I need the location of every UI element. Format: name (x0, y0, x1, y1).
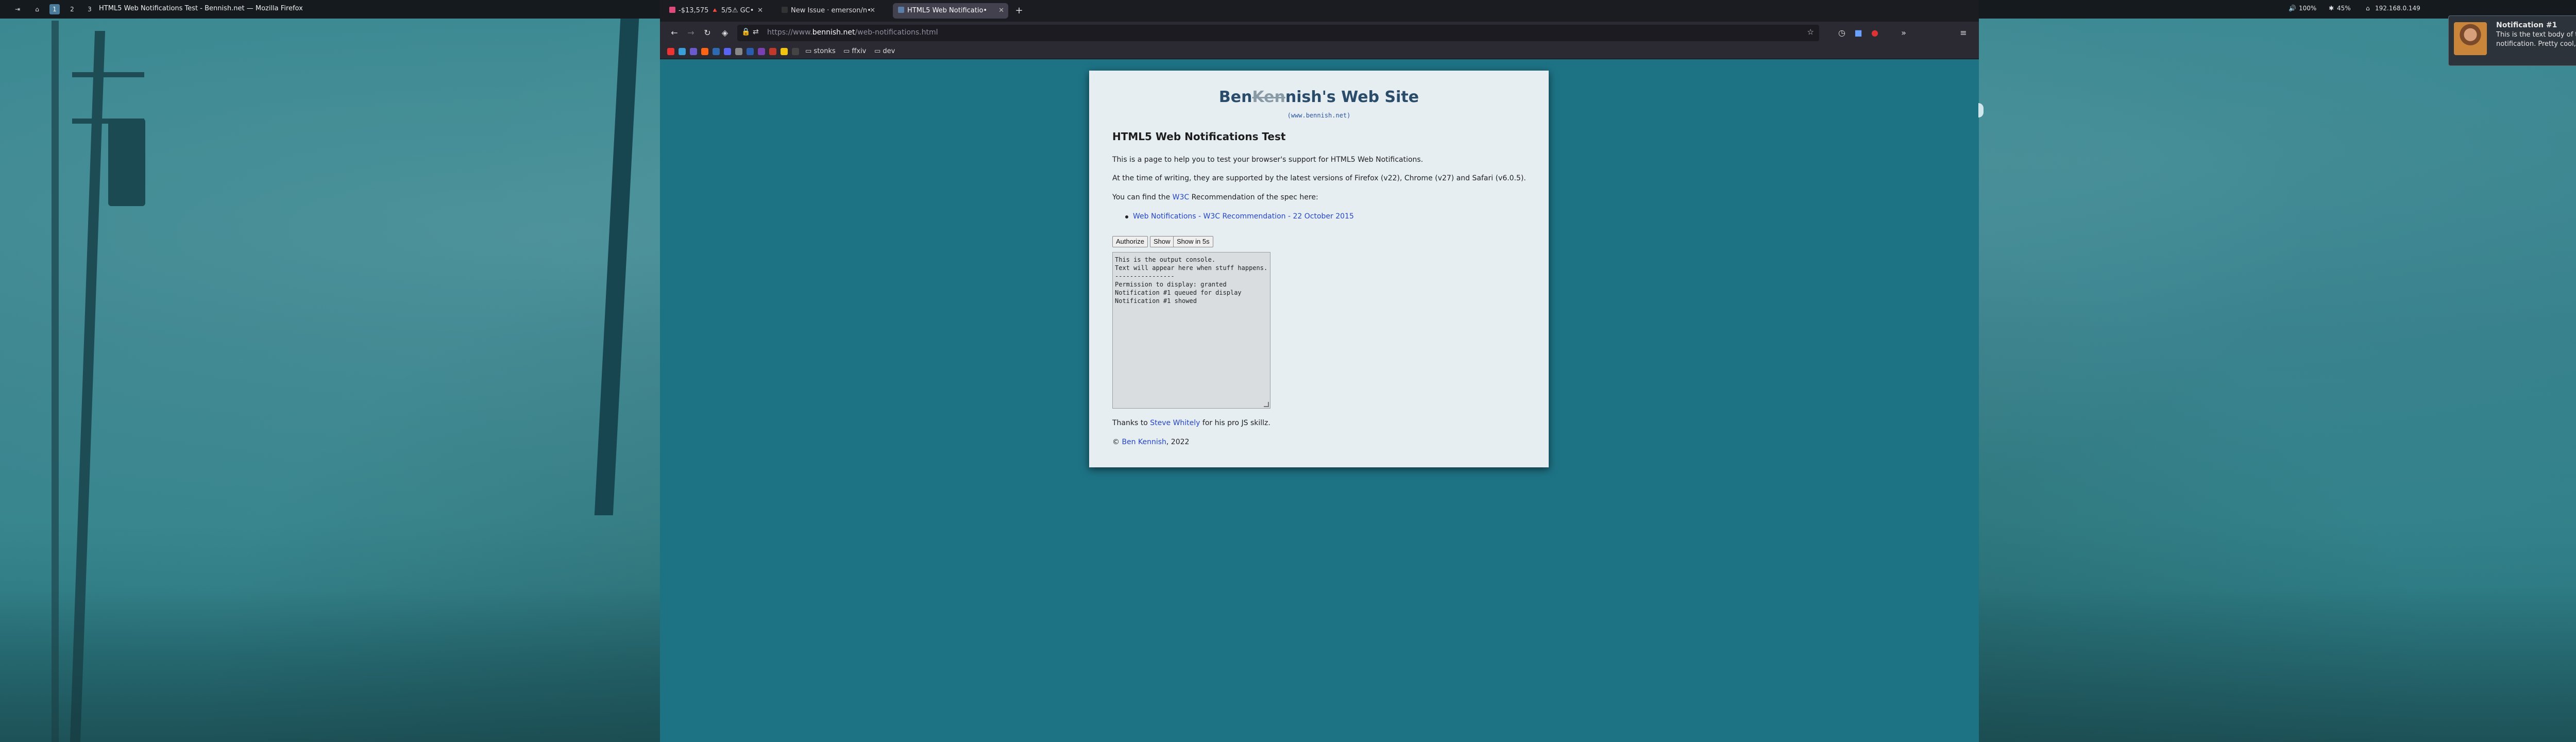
tab-favicon (669, 7, 675, 13)
page-heading: HTML5 Web Notifications Test (1112, 130, 1286, 143)
bookmarks-toolbar: ▭ stonks ▭ ffxiv ▭ dev (660, 44, 1979, 59)
copyright-paragraph: © Ben Kennish, 2022 (1112, 438, 1190, 446)
list-bullet (1125, 215, 1128, 218)
bookmark-folder-ffxiv[interactable]: ▭ ffxiv (843, 47, 866, 55)
tab-web-notifications[interactable]: HTML5 Web Notificatio• ✕ (893, 3, 1008, 19)
page-card: BenKennish's Web Site (www.bennish.net) … (1089, 71, 1549, 467)
history-icon[interactable]: ◷ (1835, 26, 1849, 40)
workspace-1-button[interactable]: 1 (49, 4, 60, 14)
tab-label: New Issue · emerson/n• (791, 7, 871, 14)
home-icon[interactable]: ⌂ (32, 4, 42, 14)
intro-paragraph: This is a page to help you to test your … (1112, 156, 1423, 164)
launcher-icon[interactable]: ⇥ (12, 4, 23, 14)
address-bar[interactable]: 🔒 ⇄ https://www.bennish.net/web-notifica… (737, 25, 1819, 41)
network-icon[interactable]: ⌂ (2366, 5, 2370, 12)
back-icon[interactable]: ← (667, 26, 682, 40)
overflow-menu-icon[interactable]: » (1896, 26, 1911, 40)
brightness-icon[interactable]: ✱ (2329, 5, 2334, 12)
ip-address[interactable]: 192.168.0.149 (2375, 5, 2420, 12)
tab-stonks[interactable]: -$13,575 🔺 5/5⚠ GC• ✕ (664, 3, 767, 19)
resize-handle-icon[interactable] (1264, 402, 1269, 407)
spec-link[interactable]: Web Notifications - W3C Recommendation -… (1133, 212, 1354, 221)
bookmark-icon[interactable] (781, 48, 788, 55)
reload-icon[interactable]: ↻ (700, 26, 715, 40)
close-icon[interactable]: ✕ (757, 3, 763, 19)
active-window-title: HTML5 Web Notifications Test - Bennish.n… (99, 5, 303, 12)
brightness-level[interactable]: 45% (2337, 5, 2351, 12)
workspace-3-button[interactable]: 3 (84, 4, 95, 14)
ublock-icon[interactable]: ● (1868, 26, 1882, 40)
show-button[interactable]: Show (1150, 236, 1174, 247)
tab-new-issue[interactable]: New Issue · emerson/n• ✕ (776, 3, 879, 19)
authorize-button[interactable]: Authorize (1112, 236, 1148, 247)
twitter-icon[interactable] (679, 48, 686, 55)
forward-icon[interactable]: → (684, 26, 698, 40)
wallpaper-crossarm (72, 72, 144, 77)
tab-label: HTML5 Web Notificatio• (907, 7, 988, 14)
folder-icon: ▭ (805, 47, 814, 55)
url-text[interactable]: https://www.bennish.net/web-notification… (767, 28, 938, 37)
bookmark-icon[interactable] (758, 48, 765, 55)
bookmark-icon[interactable] (735, 48, 742, 55)
wallpaper-transformer (108, 119, 145, 206)
bookmark-folder-dev[interactable]: ▭ dev (874, 47, 895, 55)
folder-icon: ▭ (874, 47, 883, 55)
desktop-notification[interactable]: Notification #1 This is the text body of… (2448, 15, 2576, 66)
site-url[interactable]: (www.bennish.net) (1089, 112, 1549, 119)
w3c-link[interactable]: W3C (1173, 193, 1190, 201)
volume-icon[interactable]: 🔊 (2289, 5, 2296, 12)
new-tab-button[interactable]: + (1011, 3, 1027, 19)
close-icon[interactable]: ✕ (998, 3, 1004, 19)
bookmark-icon[interactable] (769, 48, 776, 55)
extension-icon[interactable]: ■ (1851, 26, 1866, 40)
tab-strip: -$13,575 🔺 5/5⚠ GC• ✕ New Issue · emerson… (660, 0, 1979, 22)
steve-whitely-link[interactable]: Steve Whitely (1150, 419, 1200, 427)
bookmark-icon[interactable] (713, 48, 720, 55)
notification-body: This is the text body of the notificatio… (2496, 31, 2576, 48)
lock-icon[interactable]: 🔒 (741, 28, 750, 36)
volume-level[interactable]: 100% (2299, 5, 2316, 12)
notification-avatar (2454, 22, 2487, 55)
reddit-icon[interactable] (701, 48, 708, 55)
bookmark-icon[interactable] (690, 48, 697, 55)
bookmark-folder-stonks[interactable]: ▭ stonks (805, 47, 836, 55)
hamburger-menu-icon[interactable]: ≡ (1956, 26, 1971, 40)
discord-icon[interactable] (724, 48, 731, 55)
bookmark-star-icon[interactable]: ☆ (1807, 27, 1814, 37)
navigation-toolbar: ← → ↻ ◈ 🔒 ⇄ https://www.bennish.net/web-… (660, 22, 1979, 44)
show-in-5s-button[interactable]: Show in 5s (1173, 236, 1213, 247)
folder-icon: ▭ (843, 47, 852, 55)
permissions-icon[interactable]: ⇄ (753, 28, 759, 36)
site-title: BenKennish's Web Site (1218, 88, 1419, 106)
close-icon[interactable]: ✕ (870, 3, 875, 19)
bookmark-icon[interactable] (747, 48, 754, 55)
console-text: This is the output console. Text will ap… (1115, 256, 1268, 305)
thanks-paragraph: Thanks to Steve Whitely for his pro JS s… (1112, 419, 1270, 427)
spec-paragraph: You can find the W3C Recommendation of t… (1112, 193, 1318, 201)
shield-icon[interactable]: ◈ (718, 26, 732, 40)
bookmark-icon[interactable] (792, 48, 799, 55)
page-viewport: BenKennish's Web Site (www.bennish.net) … (660, 59, 1979, 742)
support-paragraph: At the time of writing, they are support… (1112, 174, 1526, 182)
globe-icon (898, 7, 904, 13)
tab-label: -$13,575 🔺 5/5⚠ GC• (679, 7, 754, 14)
notification-title: Notification #1 (2496, 21, 2557, 29)
output-console[interactable]: This is the output console. Text will ap… (1112, 252, 1270, 409)
youtube-icon[interactable] (667, 48, 674, 55)
ben-kennish-link[interactable]: Ben Kennish (1122, 438, 1166, 446)
workspace-2-button[interactable]: 2 (67, 4, 77, 14)
github-icon (782, 7, 788, 13)
firefox-window: -$13,575 🔺 5/5⚠ GC• ✕ New Issue · emerson… (660, 0, 1979, 742)
